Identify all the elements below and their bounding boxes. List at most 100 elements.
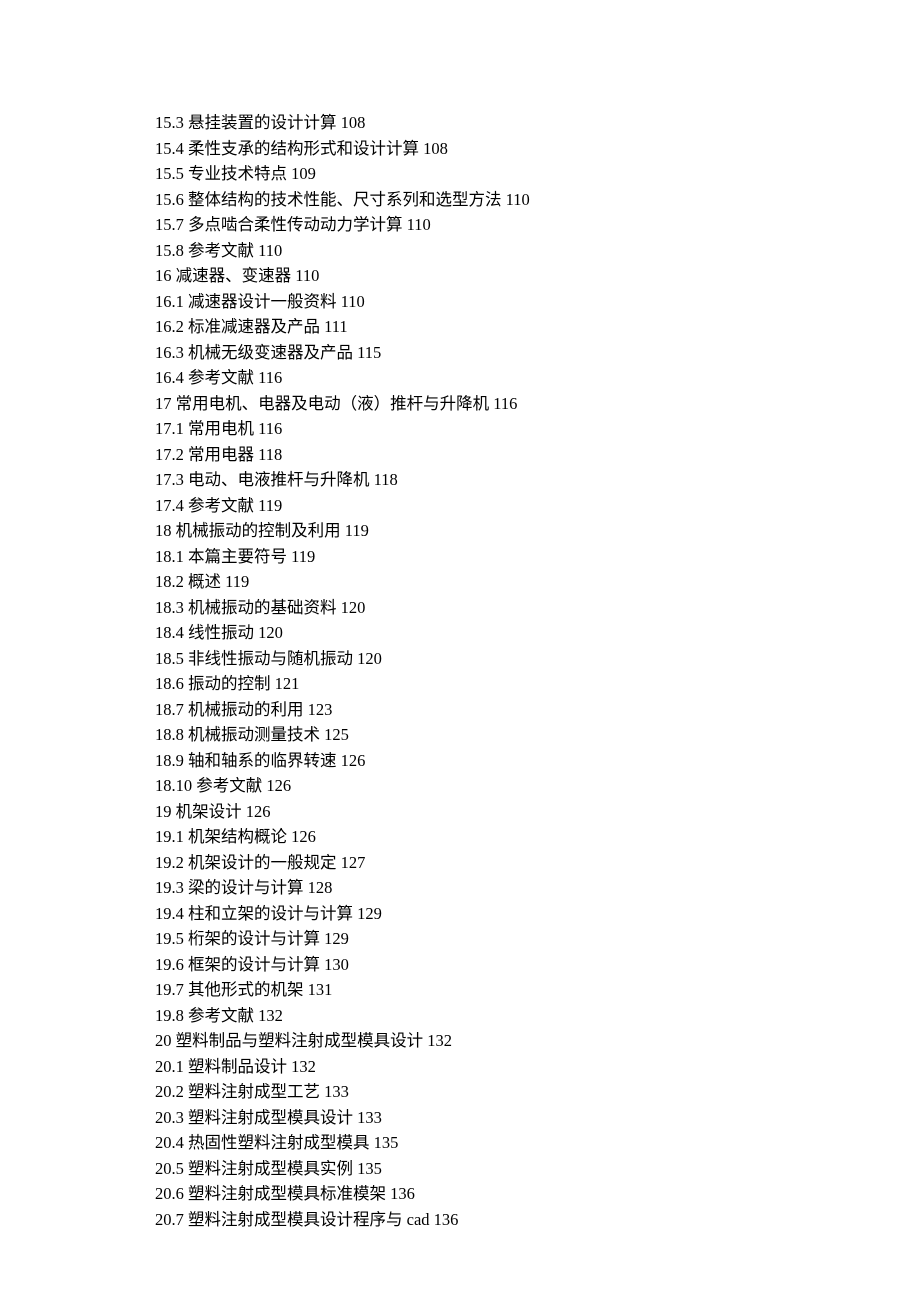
toc-entry: 19 机架设计 126 xyxy=(155,799,795,825)
toc-title: 多点啮合柔性传动动力学计算 xyxy=(188,215,403,234)
toc-entry: 19.2 机架设计的一般规定 127 xyxy=(155,850,795,876)
toc-page-number: 118 xyxy=(258,445,282,464)
toc-entry: 20.1 塑料制品设计 132 xyxy=(155,1054,795,1080)
toc-number: 18.6 xyxy=(155,674,184,693)
toc-page-number: 110 xyxy=(258,241,282,260)
toc-page-number: 116 xyxy=(258,368,282,387)
toc-entry: 15.7 多点啮合柔性传动动力学计算 110 xyxy=(155,212,795,238)
toc-entry: 20.5 塑料注射成型模具实例 135 xyxy=(155,1156,795,1182)
toc-number: 18.9 xyxy=(155,751,184,770)
toc-title: 桁架的设计与计算 xyxy=(188,929,320,948)
toc-title: 减速器、变速器 xyxy=(176,266,292,285)
toc-title: 整体结构的技术性能、尺寸系列和选型方法 xyxy=(188,190,502,209)
toc-list: 15.3 悬挂装置的设计计算 10815.4 柔性支承的结构形式和设计计算 10… xyxy=(155,110,795,1232)
toc-page-number: 126 xyxy=(266,776,291,795)
toc-number: 15.4 xyxy=(155,139,184,158)
toc-page-number: 131 xyxy=(308,980,333,999)
toc-entry: 17 常用电机、电器及电动（液）推杆与升降机 116 xyxy=(155,391,795,417)
toc-number: 15.7 xyxy=(155,215,184,234)
toc-number: 20.6 xyxy=(155,1184,184,1203)
toc-number: 15.6 xyxy=(155,190,184,209)
toc-title: 热固性塑料注射成型模具 xyxy=(188,1133,370,1152)
toc-entry: 19.5 桁架的设计与计算 129 xyxy=(155,926,795,952)
toc-number: 17.2 xyxy=(155,445,184,464)
toc-title: 其他形式的机架 xyxy=(188,980,304,999)
toc-entry: 19.6 框架的设计与计算 130 xyxy=(155,952,795,978)
toc-number: 20.7 xyxy=(155,1210,184,1229)
toc-page-number: 132 xyxy=(427,1031,452,1050)
toc-title: 常用电机 xyxy=(188,419,254,438)
toc-title: 机械振动的控制及利用 xyxy=(176,521,341,540)
toc-page-number: 136 xyxy=(390,1184,415,1203)
toc-entry: 17.2 常用电器 118 xyxy=(155,442,795,468)
toc-number: 20.1 xyxy=(155,1057,184,1076)
toc-page-number: 128 xyxy=(308,878,333,897)
toc-page-number: 133 xyxy=(324,1082,349,1101)
toc-page-number: 110 xyxy=(506,190,530,209)
toc-entry: 18.6 振动的控制 121 xyxy=(155,671,795,697)
toc-title: 柔性支承的结构形式和设计计算 xyxy=(188,139,419,158)
toc-entry: 18.3 机械振动的基础资料 120 xyxy=(155,595,795,621)
toc-title: 线性振动 xyxy=(188,623,254,642)
toc-number: 16.2 xyxy=(155,317,184,336)
toc-entry: 18.9 轴和轴系的临界转速 126 xyxy=(155,748,795,774)
toc-number: 15.5 xyxy=(155,164,184,183)
toc-page-number: 119 xyxy=(345,521,369,540)
toc-title: 参考文献 xyxy=(188,368,254,387)
toc-number: 19.7 xyxy=(155,980,184,999)
toc-entry: 15.4 柔性支承的结构形式和设计计算 108 xyxy=(155,136,795,162)
toc-title: 机架设计的一般规定 xyxy=(188,853,337,872)
toc-page-number: 129 xyxy=(324,929,349,948)
toc-title: 参考文献 xyxy=(188,496,254,515)
toc-title: 专业技术特点 xyxy=(188,164,287,183)
toc-entry: 15.3 悬挂装置的设计计算 108 xyxy=(155,110,795,136)
toc-entry: 17.1 常用电机 116 xyxy=(155,416,795,442)
toc-title: 框架的设计与计算 xyxy=(188,955,320,974)
toc-title: 非线性振动与随机振动 xyxy=(188,649,353,668)
toc-number: 16.3 xyxy=(155,343,184,362)
toc-entry: 17.3 电动、电液推杆与升降机 118 xyxy=(155,467,795,493)
toc-entry: 16 减速器、变速器 110 xyxy=(155,263,795,289)
toc-page: 15.3 悬挂装置的设计计算 10815.4 柔性支承的结构形式和设计计算 10… xyxy=(0,0,795,1232)
toc-title: 塑料注射成型工艺 xyxy=(188,1082,320,1101)
toc-page-number: 119 xyxy=(291,547,315,566)
toc-number: 17.4 xyxy=(155,496,184,515)
toc-title: 机械振动的利用 xyxy=(188,700,304,719)
toc-title: 塑料注射成型模具设计 xyxy=(188,1108,353,1127)
toc-title: 悬挂装置的设计计算 xyxy=(188,113,337,132)
toc-number: 18.4 xyxy=(155,623,184,642)
toc-entry: 19.8 参考文献 132 xyxy=(155,1003,795,1029)
toc-page-number: 116 xyxy=(493,394,517,413)
toc-title: 塑料制品与塑料注射成型模具设计 xyxy=(176,1031,424,1050)
toc-number: 17 xyxy=(155,394,172,413)
toc-entry: 18.1 本篇主要符号 119 xyxy=(155,544,795,570)
toc-number: 20.3 xyxy=(155,1108,184,1127)
toc-entry: 20.4 热固性塑料注射成型模具 135 xyxy=(155,1130,795,1156)
toc-title: 电动、电液推杆与升降机 xyxy=(188,470,370,489)
toc-number: 19.4 xyxy=(155,904,184,923)
toc-number: 20.2 xyxy=(155,1082,184,1101)
toc-entry: 19.1 机架结构概论 126 xyxy=(155,824,795,850)
toc-number: 17.3 xyxy=(155,470,184,489)
toc-number: 18.2 xyxy=(155,572,184,591)
toc-entry: 20 塑料制品与塑料注射成型模具设计 132 xyxy=(155,1028,795,1054)
toc-entry: 18.8 机械振动测量技术 125 xyxy=(155,722,795,748)
toc-entry: 18.10 参考文献 126 xyxy=(155,773,795,799)
toc-entry: 17.4 参考文献 119 xyxy=(155,493,795,519)
toc-title: 参考文献 xyxy=(196,776,262,795)
toc-title: 塑料注射成型模具标准模架 xyxy=(188,1184,386,1203)
toc-page-number: 125 xyxy=(324,725,349,744)
toc-number: 19.2 xyxy=(155,853,184,872)
toc-number: 20 xyxy=(155,1031,172,1050)
toc-page-number: 123 xyxy=(308,700,333,719)
toc-page-number: 110 xyxy=(341,292,365,311)
toc-title: 常用电器 xyxy=(188,445,254,464)
toc-entry: 20.2 塑料注射成型工艺 133 xyxy=(155,1079,795,1105)
toc-entry: 16.3 机械无级变速器及产品 115 xyxy=(155,340,795,366)
toc-entry: 19.4 柱和立架的设计与计算 129 xyxy=(155,901,795,927)
toc-entry: 18 机械振动的控制及利用 119 xyxy=(155,518,795,544)
toc-title: 柱和立架的设计与计算 xyxy=(188,904,353,923)
toc-number: 19.1 xyxy=(155,827,184,846)
toc-number: 20.4 xyxy=(155,1133,184,1152)
toc-entry: 15.5 专业技术特点 109 xyxy=(155,161,795,187)
